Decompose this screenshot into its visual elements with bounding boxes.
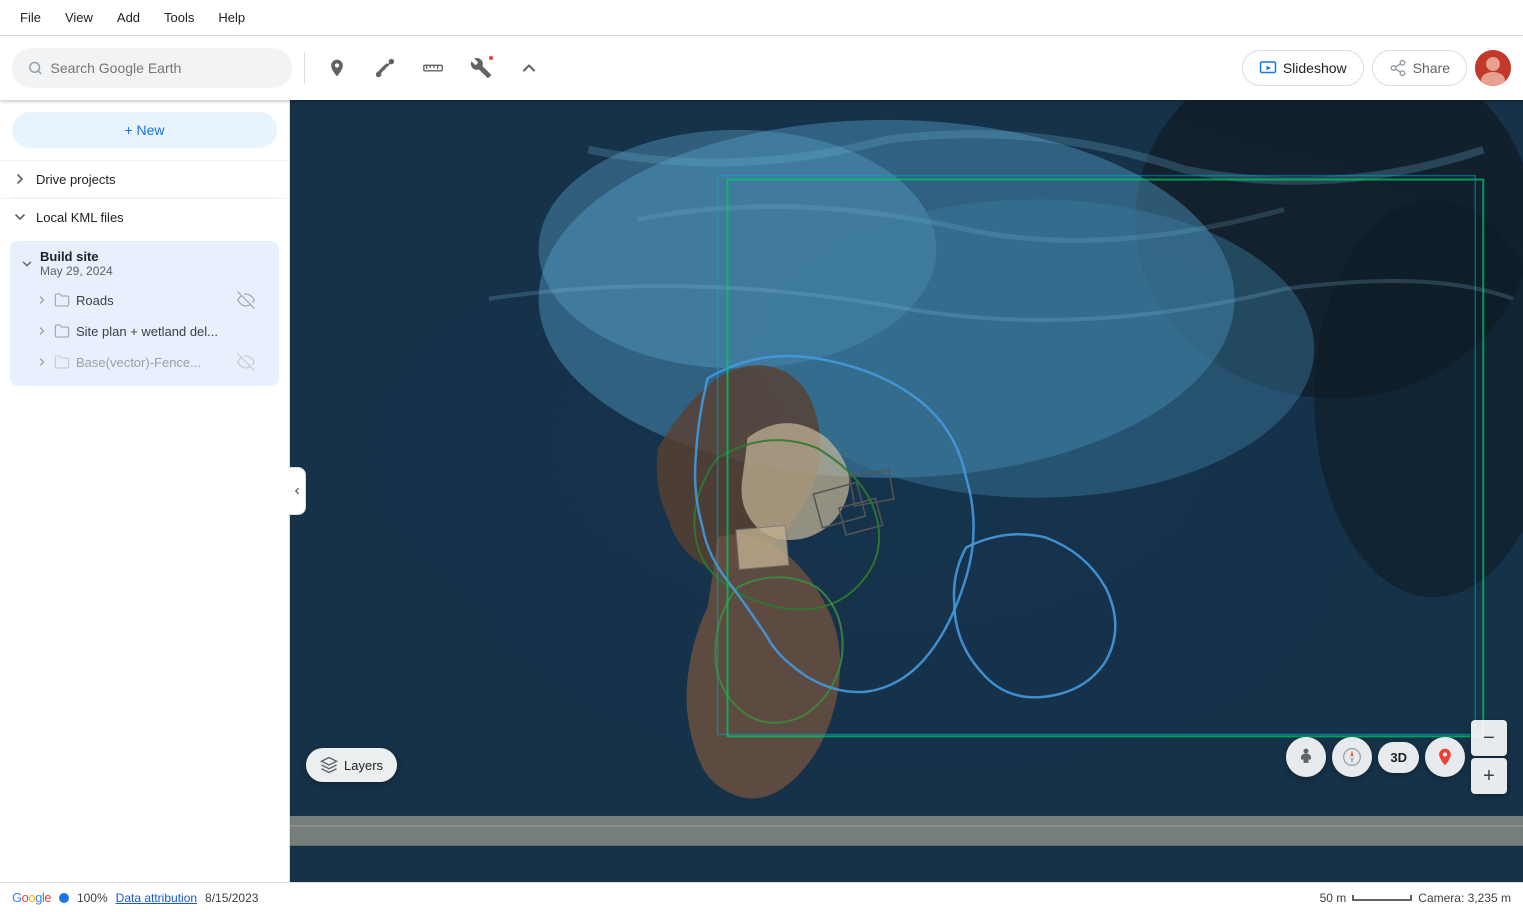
main-wrapper: + New Drive projects Local KML files Bui… (0, 100, 1523, 882)
chevron-right-icon (12, 171, 28, 187)
topbar-right: Slideshow Share (1242, 50, 1511, 86)
percentage: 100% (77, 891, 108, 905)
expand-arrow-siteplan (36, 325, 48, 337)
camera-info: Camera: 3,235 m (1418, 891, 1511, 905)
folder-icon-base (54, 354, 70, 370)
layers-label: Layers (344, 758, 383, 773)
compass-button[interactable] (1332, 737, 1372, 777)
expand-arrow-base (36, 356, 48, 368)
search-input[interactable] (51, 60, 276, 76)
pegman-button[interactable] (1286, 737, 1326, 777)
avatar-image (1475, 50, 1511, 86)
compass-icon (1342, 747, 1362, 767)
statusbar: Google 100% Data attribution 8/15/2023 5… (0, 882, 1523, 912)
visibility-off-icon-roads[interactable] (237, 291, 255, 309)
chevron-down-icon (12, 209, 28, 225)
folder-siteplan-label: Site plan + wetland del... (76, 324, 255, 339)
collapse-toolbar-button[interactable] (509, 48, 549, 88)
sidebar: + New Drive projects Local KML files Bui… (0, 100, 290, 882)
3d-button[interactable]: 3D (1378, 742, 1419, 773)
new-button[interactable]: + New (12, 112, 277, 148)
slideshow-label: Slideshow (1283, 60, 1347, 76)
share-label: Share (1413, 60, 1450, 76)
measure-button[interactable] (413, 48, 453, 88)
menu-help[interactable]: Help (206, 4, 257, 31)
data-attribution-link[interactable]: Data attribution (116, 891, 197, 905)
drive-projects-label: Drive projects (36, 172, 115, 187)
project-date: May 29, 2024 (40, 264, 113, 278)
search-icon (28, 60, 43, 76)
measure-icon (422, 57, 444, 79)
north-pin-icon (1435, 747, 1455, 767)
status-date: 8/15/2023 (205, 891, 258, 905)
project-collapse-icon[interactable] (20, 257, 34, 271)
menu-tools[interactable]: Tools (152, 4, 206, 31)
folder-icon-siteplan (54, 323, 70, 339)
drive-projects-section[interactable]: Drive projects (0, 160, 289, 197)
loading-indicator (59, 893, 69, 903)
folder-roads-label: Roads (76, 293, 231, 308)
layers-button[interactable]: Layers (306, 748, 397, 782)
menu-view[interactable]: View (53, 4, 105, 31)
visibility-off-icon-base[interactable] (237, 353, 255, 371)
folder-icon-roads (54, 292, 70, 308)
local-kml-label: Local KML files (36, 210, 124, 225)
menubar: File View Add Tools Help (0, 0, 1523, 36)
3d-label: 3D (1390, 750, 1407, 765)
kml-project-item: Build site May 29, 2024 Roads (10, 241, 279, 386)
zoom-in-button[interactable]: + (1471, 758, 1507, 794)
folder-row-base[interactable]: Base(vector)-Fence... (20, 346, 269, 378)
place-pin-button[interactable] (317, 48, 357, 88)
chevron-up-icon (519, 58, 539, 78)
menu-add[interactable]: Add (105, 4, 152, 31)
map-area[interactable]: Layers 3D (290, 100, 1523, 882)
toolbar: Slideshow Share (0, 36, 1523, 100)
folder-row-siteplan[interactable]: Site plan + wetland del... (20, 316, 269, 346)
project-info: Build site May 29, 2024 (40, 249, 113, 278)
folder-base-label: Base(vector)-Fence... (76, 355, 231, 370)
zoom-out-button[interactable]: − (1471, 720, 1507, 756)
slideshow-button[interactable]: Slideshow (1242, 50, 1364, 86)
share-icon (1389, 59, 1407, 77)
scale-bar: 50 m Camera: 3,235 m (1320, 891, 1511, 905)
divider-1 (304, 52, 305, 84)
kml-item-header: Build site May 29, 2024 (20, 249, 269, 278)
google-logo: Google (12, 890, 51, 905)
north-pin-button[interactable] (1425, 737, 1465, 777)
layers-icon (320, 756, 338, 774)
local-kml-section[interactable]: Local KML files (0, 198, 289, 235)
expand-arrow-roads (36, 294, 48, 306)
scale-line-graphic (1352, 895, 1412, 901)
scale-label: 50 m (1320, 891, 1347, 905)
folder-list: Roads Site plan + wetland del... (20, 284, 269, 378)
draw-line-button[interactable] (365, 48, 405, 88)
search-box[interactable] (12, 48, 292, 88)
zoom-controls: − + (1471, 720, 1507, 794)
avatar[interactable] (1475, 50, 1511, 86)
project-title: Build site (40, 249, 113, 264)
sidebar-collapse-handle[interactable] (288, 467, 306, 515)
share-button[interactable]: Share (1372, 50, 1467, 86)
draw-line-icon (374, 57, 396, 79)
pegman-icon (1296, 747, 1316, 767)
place-pin-icon (327, 58, 347, 78)
tools-button[interactable] (461, 48, 501, 88)
collapse-arrow-icon (292, 486, 302, 496)
slideshow-icon (1259, 59, 1277, 77)
menu-file[interactable]: File (8, 4, 53, 31)
folder-row-roads[interactable]: Roads (20, 284, 269, 316)
map-controls: 3D − + (1286, 720, 1507, 794)
